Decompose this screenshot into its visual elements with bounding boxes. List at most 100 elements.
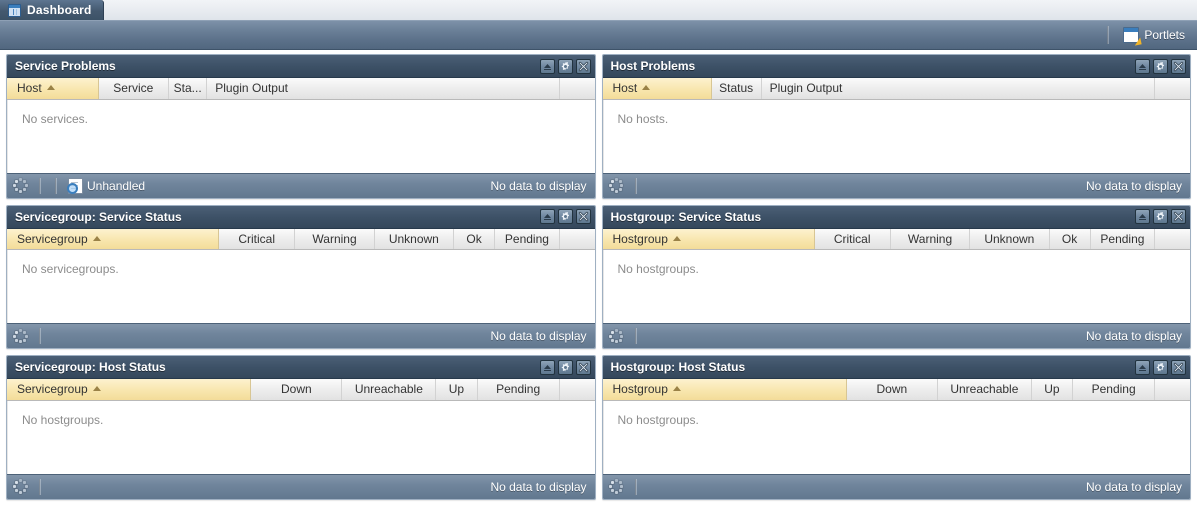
column-header-down[interactable]: Down <box>250 379 343 401</box>
unhandled-filter-label: Unhandled <box>87 178 146 193</box>
column-header-up[interactable]: Up <box>1031 379 1074 401</box>
column-header-warning[interactable]: Warning <box>294 228 375 250</box>
panel-footer: No data to display <box>7 473 595 499</box>
tab-dashboard[interactable]: Dashboard <box>0 0 105 20</box>
column-header-ok[interactable]: Ok <box>453 228 496 250</box>
collapse-icon[interactable] <box>539 359 555 375</box>
column-header-critical[interactable]: Critical <box>814 228 891 250</box>
column-header-spacer <box>1154 78 1190 100</box>
panel-body: No hostgroups. <box>7 400 595 474</box>
panel-footer: Unhandled No data to display <box>7 172 595 198</box>
panel-footer-left <box>12 328 490 345</box>
close-icon[interactable] <box>1171 359 1186 375</box>
unhandled-filter-button[interactable]: Unhandled <box>67 177 146 194</box>
column-header-warning[interactable]: Warning <box>890 228 971 250</box>
gear-icon[interactable] <box>557 209 573 224</box>
table-header-row: Host Service Sta... Plugin Output <box>7 78 595 100</box>
sort-ascending-icon <box>672 235 681 241</box>
panel-body: No hosts. <box>602 99 1190 173</box>
collapse-icon[interactable] <box>1135 359 1150 375</box>
close-icon[interactable] <box>1171 209 1186 224</box>
column-header-ok[interactable]: Ok <box>1049 228 1091 250</box>
panel-tools <box>1135 359 1186 375</box>
gear-icon[interactable] <box>1153 359 1168 375</box>
panel-title: Servicegroup: Service Status <box>15 209 182 224</box>
refresh-spinner-icon[interactable] <box>608 177 625 194</box>
collapse-icon[interactable] <box>539 209 555 224</box>
column-header-critical[interactable]: Critical <box>218 228 296 250</box>
panel-status-text: No data to display <box>1085 178 1182 193</box>
tab-bar: Dashboard <box>0 0 1197 21</box>
column-header-unknown[interactable]: Unknown <box>374 228 455 250</box>
filter-page-icon <box>67 177 83 194</box>
column-header-spacer <box>559 228 595 250</box>
column-header-hostgroup[interactable]: Hostgroup <box>602 228 815 250</box>
panel-body: No hostgroups. <box>602 400 1190 474</box>
empty-message: No services. <box>22 111 89 126</box>
panel-tools <box>1135 209 1186 224</box>
dashboard-column: Service Problems Host Service Sta... Plugin … <box>3 54 599 205</box>
close-icon[interactable] <box>575 359 591 375</box>
footer-separator-2 <box>55 177 57 194</box>
column-header-sta[interactable]: Sta... <box>168 78 208 100</box>
column-header-pending[interactable]: Pending <box>1072 379 1156 401</box>
portlets-label: Portlets <box>1144 28 1185 42</box>
column-header-spacer <box>1154 228 1190 250</box>
close-icon[interactable] <box>1171 58 1186 74</box>
collapse-icon[interactable] <box>1135 58 1150 74</box>
dashboard-column: Host Problems Host Status Plugin Output No h… <box>599 54 1195 205</box>
column-header-unreachable[interactable]: Unreachable <box>341 379 437 401</box>
panel-header: Hostgroup: Host Status <box>602 356 1190 379</box>
panel-footer: No data to display <box>602 172 1190 198</box>
panel-body: No services. <box>7 99 595 173</box>
column-header-servicegroup[interactable]: Servicegroup <box>7 228 219 250</box>
sort-ascending-icon <box>92 235 101 241</box>
column-header-down[interactable]: Down <box>846 379 938 401</box>
refresh-spinner-icon[interactable] <box>12 328 29 345</box>
panel-tools <box>539 209 591 224</box>
panel-status-text: No data to display <box>1085 329 1182 343</box>
footer-separator-1 <box>634 177 637 194</box>
gear-icon[interactable] <box>557 58 573 74</box>
column-header-hostgroup[interactable]: Hostgroup <box>602 379 847 401</box>
gear-icon[interactable] <box>1153 209 1168 224</box>
column-header-spacer <box>1154 379 1190 401</box>
column-header-servicegroup[interactable]: Servicegroup <box>7 379 252 401</box>
portlets-icon <box>1123 27 1140 43</box>
collapse-icon[interactable] <box>539 58 555 74</box>
refresh-spinner-icon[interactable] <box>12 478 29 495</box>
panel-servicegroup-host-status: Servicegroup: Host Status Servicegroup Dow… <box>6 355 596 500</box>
close-icon[interactable] <box>575 209 591 224</box>
panel-footer-left: Unhandled <box>12 177 490 194</box>
column-header-plugin-output[interactable]: Plugin Output <box>761 78 1156 100</box>
column-header-host[interactable]: Host <box>7 78 99 100</box>
panel-host-problems: Host Problems Host Status Plugin Output No h… <box>601 54 1191 199</box>
footer-separator-1 <box>39 177 41 194</box>
close-icon[interactable] <box>575 58 591 74</box>
refresh-spinner-icon[interactable] <box>608 478 625 495</box>
refresh-spinner-icon[interactable] <box>608 328 625 345</box>
top-toolbar: Portlets <box>0 21 1197 50</box>
collapse-icon[interactable] <box>1135 209 1150 224</box>
column-header-status[interactable]: Status <box>711 78 762 100</box>
panel-title: Servicegroup: Host Status <box>15 360 166 374</box>
refresh-spinner-icon[interactable] <box>12 177 29 194</box>
panel-tools <box>539 359 591 375</box>
column-header-unknown[interactable]: Unknown <box>969 228 1050 250</box>
column-header-plugin-output[interactable]: Plugin Output <box>206 78 560 100</box>
column-header-up[interactable]: Up <box>435 379 478 401</box>
column-header-pending[interactable]: Pending <box>1090 228 1156 250</box>
gear-icon[interactable] <box>1153 58 1168 74</box>
column-header-unreachable[interactable]: Unreachable <box>937 379 1032 401</box>
table-header-row: Servicegroup Critical Warning Unknown Ok Pend… <box>7 228 595 250</box>
column-header-service[interactable]: Service <box>98 78 170 100</box>
gear-icon[interactable] <box>557 359 573 375</box>
column-header-pending[interactable]: Pending <box>477 379 560 401</box>
panel-header: Servicegroup: Service Status <box>7 205 595 229</box>
column-header-pending[interactable]: Pending <box>494 228 560 250</box>
portlets-button[interactable]: Portlets <box>1119 25 1189 45</box>
column-header-host[interactable]: Host <box>602 78 712 100</box>
dashboard-column: Servicegroup: Host Status Servicegroup Dow… <box>3 355 599 506</box>
dashboard-column: Servicegroup: Service Status Servicegroup… <box>3 204 599 356</box>
table-header-row: Hostgroup Down Unreachable Up Pending <box>602 379 1190 401</box>
